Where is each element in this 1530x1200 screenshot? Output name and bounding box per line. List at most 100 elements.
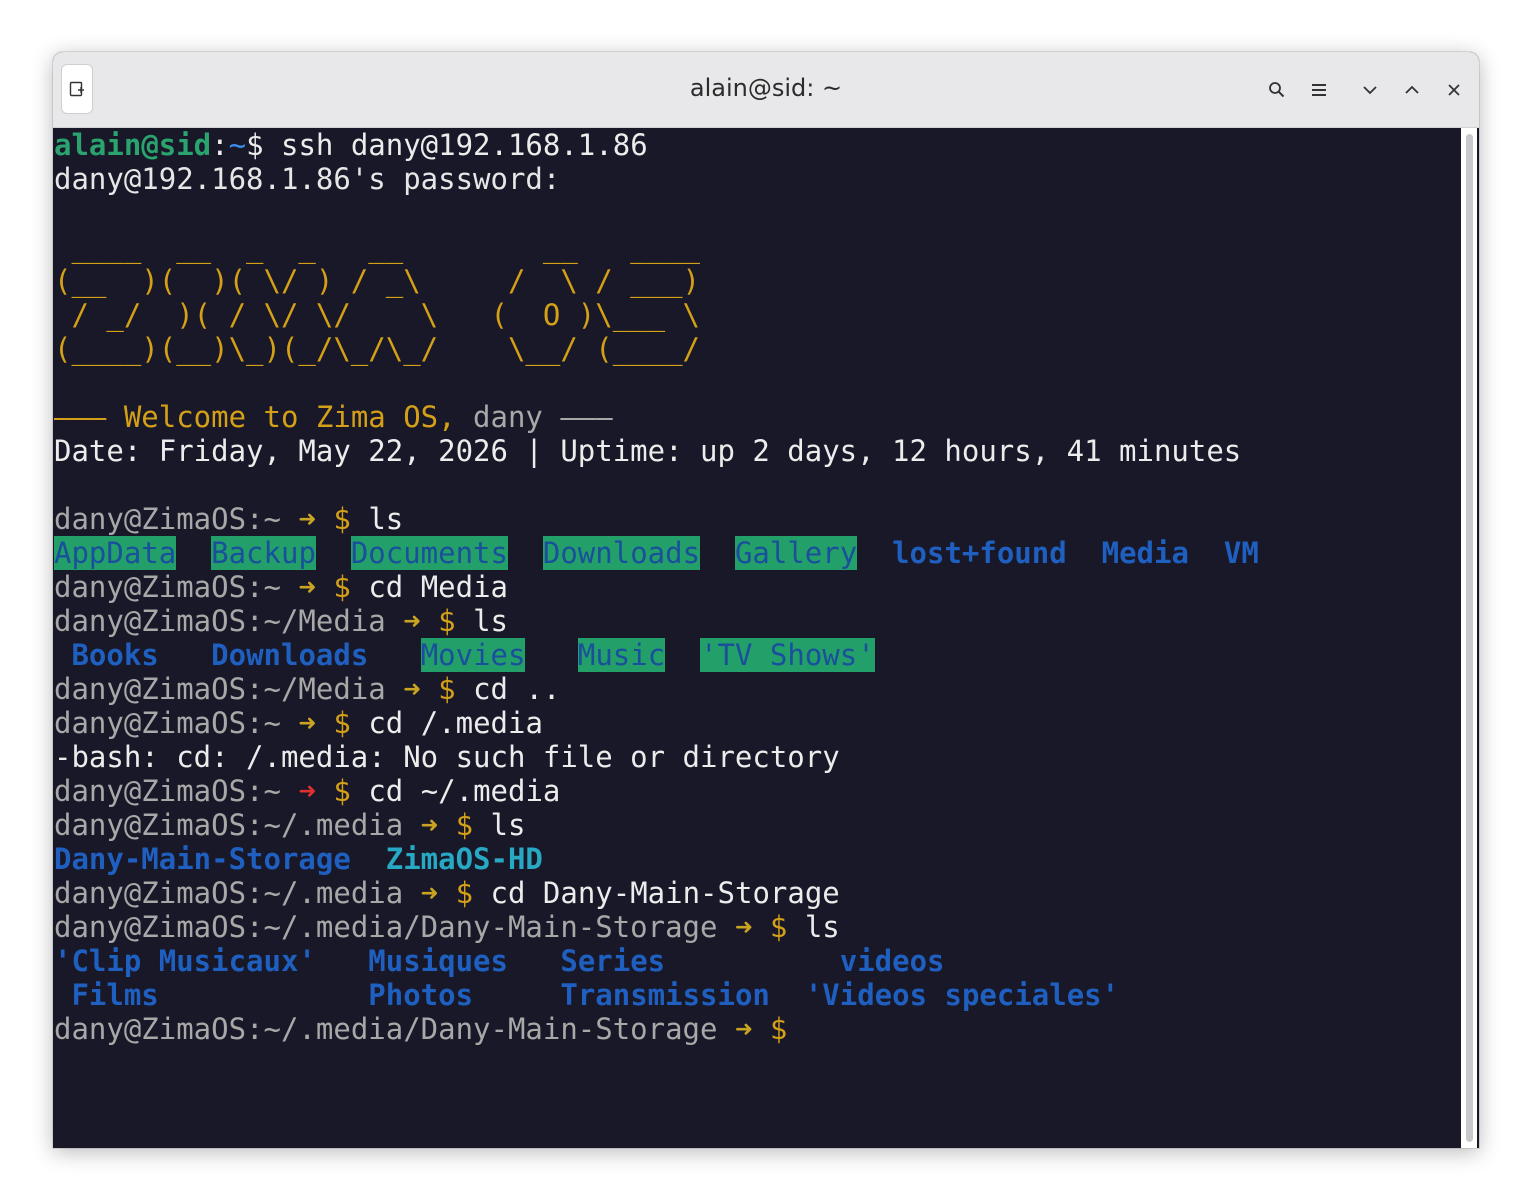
dir-entry: Media — [1101, 536, 1189, 570]
welcome-text: Welcome to Zima OS, — [123, 400, 474, 434]
remote-user-host: dany@ZimaOS: — [54, 910, 264, 944]
banner-art-line: (____)(__)\_)(_/\_/\_/ \__/ (____/ — [54, 332, 701, 366]
terminal-output[interactable]: alain@sid:~$ ssh dany@192.168.1.86 dany@… — [53, 128, 1459, 1148]
title-bar: alain@sid: ~ — [53, 52, 1479, 128]
remote-user-host: dany@ZimaOS: — [54, 774, 264, 808]
remote-user-host: dany@ZimaOS: — [54, 706, 264, 740]
prompt-arrow: ➜ — [420, 808, 439, 842]
ls-output: AppData Backup Documents Downloads Galle… — [54, 536, 1459, 570]
remote-cwd: ~/Media — [263, 672, 386, 706]
ssh-command: ssh dany@192.168.1.86 — [281, 128, 648, 162]
remote-cwd: ~/.media — [263, 876, 404, 910]
remote-user-host: dany@ZimaOS: — [54, 876, 264, 910]
prompt-dollar: $ — [769, 910, 788, 944]
welcome-line: ——— Welcome to Zima OS, dany ——— — [54, 400, 1459, 434]
remote-user-host: dany@ZimaOS: — [54, 672, 264, 706]
terminal-window: alain@sid: ~ alain@sid:~$ ssh dany@192.1… — [53, 52, 1479, 1148]
chevron-down-icon — [1363, 86, 1377, 95]
prompt-line: dany@ZimaOS:~/.media/Dany-Main-Storage ➜… — [54, 910, 1459, 944]
dir-entry: Books — [71, 638, 159, 672]
command-text: ls — [490, 808, 526, 842]
remote-user-host: dany@ZimaOS: — [54, 502, 264, 536]
prompt-arrow: ➜ — [298, 502, 316, 536]
prompt-dollar: $ — [333, 706, 351, 740]
dir-entry: Dany-Main-Storage — [54, 842, 351, 876]
minimize-button[interactable] — [1355, 75, 1385, 105]
remote-user-host: dany@ZimaOS: — [54, 604, 264, 638]
prompt-dollar: $ — [455, 808, 474, 842]
prompt-line: dany@ZimaOS:~ ➜ $ cd Media — [54, 570, 1459, 604]
prompt-line: dany@ZimaOS:~ ➜ $ cd ~/.media — [54, 774, 1459, 808]
ls-output: Dany-Main-Storage ZimaOS-HD — [54, 842, 1459, 876]
error-message: -bash: cd: /.media: No such file or dire… — [54, 740, 840, 774]
local-user-host: alain@sid — [54, 128, 212, 162]
vertical-scrollbar[interactable] — [1461, 128, 1477, 1148]
prompt-line: dany@ZimaOS:~/Media ➜ $ ls — [54, 604, 1459, 638]
prompt-line: dany@ZimaOS:~ ➜ $ cd /.media — [54, 706, 1459, 740]
prompt-arrow: ➜ — [298, 570, 316, 604]
prompt-arrow: ➜ — [734, 1012, 753, 1046]
status-line: Date: Friday, May 22, 2026 | Uptime: up … — [54, 434, 1242, 468]
dir-entry: VM — [1223, 536, 1259, 570]
dir-entry: Music — [577, 638, 666, 672]
prompt-arrow-error: ➜ — [298, 774, 316, 808]
command-text: ls — [473, 604, 508, 638]
dir-entry: Downloads — [211, 638, 369, 672]
prompt-arrow: ➜ — [403, 672, 421, 706]
prompt-arrow: ➜ — [298, 706, 316, 740]
welcome-dash-right: ——— — [542, 400, 613, 434]
welcome-user: dany — [473, 400, 543, 434]
prompt-dollar: $ — [333, 570, 351, 604]
prompt-dollar: $ — [438, 604, 456, 638]
command-text: cd ~/.media — [368, 774, 561, 808]
dir-entry: Gallery — [734, 536, 858, 570]
prompt-line: dany@ZimaOS:~/Media ➜ $ cd .. — [54, 672, 1459, 706]
close-icon — [1448, 84, 1460, 96]
command-text: ls — [804, 910, 840, 944]
dir-entry: 'Videos speciales' — [804, 978, 1120, 1012]
remote-cwd: ~ — [263, 774, 281, 808]
prompt-arrow: ➜ — [420, 876, 439, 910]
dir-entry: 'TV Shows' — [700, 638, 875, 672]
ls-output: Films Photos Transmission 'Videos specia… — [54, 978, 1459, 1012]
chevron-up-icon — [1405, 85, 1419, 94]
hamburger-menu-icon — [1312, 84, 1326, 96]
menu-button[interactable] — [1304, 75, 1334, 105]
dir-entry: 'Clip Musicaux' — [54, 944, 316, 978]
search-button[interactable] — [1262, 75, 1292, 105]
banner-art-line: ____ __ _ _ __ __ ____ — [54, 230, 701, 264]
close-button[interactable] — [1439, 75, 1469, 105]
dir-entry: videos — [839, 944, 945, 978]
dir-entry: lost+found — [892, 536, 1067, 570]
dir-entry: Documents — [350, 536, 508, 570]
welcome-dash-left: ——— — [54, 400, 124, 434]
prompt-line: dany@ZimaOS:~ ➜ $ ls — [54, 502, 1459, 536]
prompt-dollar: $ — [333, 774, 351, 808]
command-text: cd Dany-Main-Storage — [490, 876, 840, 910]
remote-cwd: ~/Media — [263, 604, 386, 638]
maximize-button[interactable] — [1397, 75, 1427, 105]
terminal-line: alain@sid:~$ ssh dany@192.168.1.86 — [54, 128, 1459, 162]
prompt-arrow: ➜ — [734, 910, 753, 944]
prompt-arrow: ➜ — [403, 604, 421, 638]
prompt-dollar: $ — [438, 672, 456, 706]
prompt-line-current[interactable]: dany@ZimaOS:~/.media/Dany-Main-Storage ➜… — [54, 1012, 1459, 1046]
remote-cwd: ~/.media — [263, 808, 404, 842]
dir-entry: Films — [71, 978, 159, 1012]
prompt-dollar: $ — [246, 128, 281, 162]
remote-cwd: ~/.media/Dany-Main-Storage — [263, 910, 718, 944]
prompt-colon: : — [211, 128, 229, 162]
remote-user-host: dany@ZimaOS: — [54, 808, 264, 842]
dir-entry: Series — [560, 944, 666, 978]
remote-cwd: ~ — [263, 706, 281, 740]
command-text: cd Media — [368, 570, 509, 604]
dir-entry: AppData — [54, 536, 177, 570]
dir-entry: Musiques — [368, 944, 508, 978]
scrollbar-thumb[interactable] — [1466, 134, 1473, 1142]
remote-cwd: ~ — [263, 570, 281, 604]
ls-output: Books Downloads Movies Music 'TV Shows' — [54, 638, 1459, 672]
remote-cwd: ~/.media/Dany-Main-Storage — [263, 1012, 718, 1046]
remote-user-host: dany@ZimaOS: — [54, 570, 264, 604]
